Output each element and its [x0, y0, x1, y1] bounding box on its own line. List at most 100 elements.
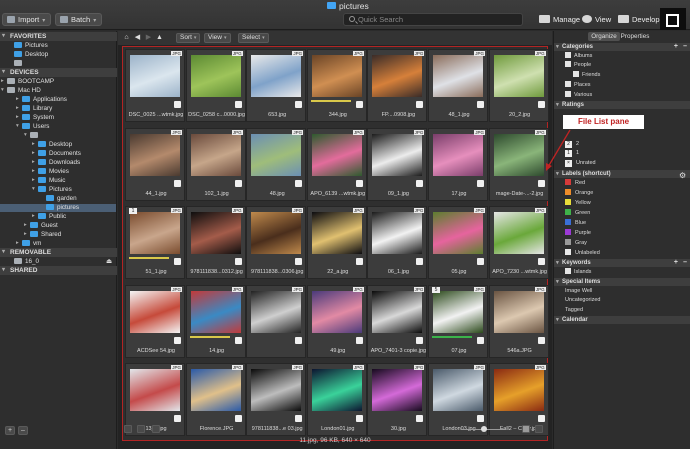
select-checkbox[interactable] [537, 258, 545, 265]
category-checkbox[interactable] [565, 81, 571, 87]
shared-header[interactable]: SHARED [0, 266, 117, 275]
thumbnail-cell[interactable]: JPG 17.jpg [428, 127, 488, 201]
thumbnail-cell[interactable]: JPG 48.jpg [246, 127, 307, 201]
select-checkbox[interactable] [234, 336, 242, 344]
grid-view-icon[interactable] [535, 425, 543, 433]
select-checkbox[interactable] [174, 258, 181, 265]
select-checkbox[interactable] [355, 179, 363, 187]
select-checkbox[interactable] [174, 336, 181, 344]
thumbnail-cell[interactable]: JPG 44_1.jpg [125, 127, 185, 201]
thumbnail-cell[interactable]: JPG DSC_0258 c...0000.jpg [185, 49, 246, 122]
thumbnail-cell[interactable]: JPG 48_1.jpg [428, 49, 488, 122]
select-checkbox[interactable] [477, 336, 484, 344]
select-checkbox[interactable] [537, 415, 545, 422]
folder-system[interactable]: ▸ System [16, 113, 54, 122]
thumbnail-cell[interactable]: JPG 22_a.jpg [306, 206, 367, 279]
select-checkbox[interactable] [234, 415, 242, 422]
select-checkbox[interactable] [234, 101, 242, 108]
folder-pictures[interactable]: ▾ Pictures [32, 185, 72, 194]
select-checkbox[interactable] [537, 179, 545, 187]
tab-organize[interactable]: Organize [588, 32, 620, 41]
folder-downloads[interactable]: ▸ Downloads [32, 158, 80, 167]
home-nav-icon[interactable]: ⌂ [122, 34, 131, 42]
favorite-home[interactable] [14, 59, 25, 68]
select-checkbox[interactable] [295, 336, 303, 344]
thumbnail-cell[interactable]: JPG APO_7230 ...wtmk.jpg [488, 206, 549, 279]
rotate-left-icon[interactable] [124, 425, 132, 433]
keyword-checkbox[interactable] [565, 268, 571, 274]
thumbnail-view-icon[interactable] [522, 425, 530, 433]
folder-music[interactable]: ▸ Music [32, 176, 65, 185]
add-button[interactable]: + [5, 426, 15, 435]
remove-button[interactable]: – [18, 426, 28, 435]
folder-garden[interactable]: garden [46, 194, 77, 203]
view-mode-button[interactable]: View [582, 13, 611, 26]
remove-icon[interactable]: – [683, 259, 687, 267]
thumbnail-cell[interactable]: JPG FP....0908.jpg [367, 49, 428, 122]
select-checkbox[interactable] [477, 258, 484, 265]
label-blue[interactable]: Blue [565, 219, 586, 227]
removable-header[interactable]: REMOVABLE [0, 248, 117, 257]
special-items-header[interactable]: Special Items [554, 278, 690, 286]
category-albums[interactable]: Albums [565, 52, 592, 60]
select-checkbox[interactable] [416, 179, 424, 187]
category-checkbox[interactable] [573, 71, 579, 77]
select-checkbox[interactable] [295, 258, 303, 265]
search-input[interactable]: Quick Search [343, 13, 523, 26]
category-places[interactable]: Places [565, 81, 591, 89]
select-checkbox[interactable] [355, 336, 363, 344]
manage-mode-button[interactable]: Manage [539, 13, 580, 26]
category-people[interactable]: People [565, 61, 591, 69]
thumbnail-cell[interactable]: JPG 978111838...0312.jpg [185, 206, 246, 279]
select-checkbox[interactable] [295, 415, 303, 422]
select-checkbox[interactable] [174, 179, 181, 187]
thumbnail-cell[interactable]: JPG APO_6139 ...wtmk.jpg [306, 127, 367, 201]
thumbnail-cell[interactable]: JPG ACDSee 54.jpg [125, 284, 185, 358]
category-checkbox[interactable] [565, 61, 571, 67]
fullscreen-icon[interactable] [660, 8, 686, 30]
up-icon[interactable]: ▲ [155, 34, 164, 42]
category-friends[interactable]: Friends [573, 71, 600, 79]
label-green[interactable]: Green [565, 209, 590, 217]
thumbnail-cell[interactable]: JPG DSC_0025 ...wtmk.jpg [125, 49, 185, 122]
special-tagged[interactable]: Tagged [565, 306, 583, 314]
keyword-islands[interactable]: Islands [565, 268, 591, 276]
folder-shared[interactable]: ▸ Shared [24, 230, 61, 239]
select-checkbox[interactable] [234, 179, 242, 187]
label-orange[interactable]: Orange [565, 189, 593, 197]
folder-public[interactable]: ▸ Public [32, 212, 66, 221]
special-image-well[interactable]: Image Well [565, 287, 592, 295]
forward-icon[interactable]: ▶ [144, 34, 153, 42]
select-checkbox[interactable] [416, 258, 424, 265]
devices-header[interactable]: DEVICES [0, 68, 117, 77]
thumbnail-cell[interactable]: JPG 546a.JPG [488, 284, 549, 358]
zoom-slider-knob[interactable] [481, 426, 487, 432]
thumbnail-cell[interactable]: JPG 653.jpg [246, 49, 307, 122]
thumbnail-cell[interactable]: JPG 102_1.jpg [185, 127, 246, 201]
folder-desktop[interactable]: ▸ Desktop [32, 140, 72, 149]
select-dropdown[interactable]: Select ▾ [238, 33, 269, 43]
folder-library[interactable]: ▸ Library [16, 104, 52, 113]
category-various[interactable]: Various [565, 91, 592, 99]
view-dropdown[interactable]: View ▾ [204, 33, 231, 43]
folder-pictures-selected[interactable]: pictures [46, 203, 79, 212]
rating-1[interactable]: 11 [565, 149, 579, 157]
select-checkbox[interactable] [174, 101, 181, 108]
favorites-header[interactable]: FAVORITES [0, 32, 117, 41]
thumbnail-cell[interactable]: JPG 49.jpg [306, 284, 367, 358]
folder-applications[interactable]: ▸ Applications [16, 95, 67, 104]
select-checkbox[interactable] [355, 415, 363, 422]
rating-2[interactable]: 22 [565, 140, 579, 148]
device-bootcamp[interactable]: ▸ BOOTCAMP [1, 77, 54, 86]
folder-user-home[interactable]: ▾ [24, 131, 41, 140]
favorite-pictures[interactable]: Pictures [14, 41, 48, 50]
label-red[interactable]: Red [565, 179, 585, 187]
tab-properties[interactable]: Properties [620, 32, 650, 41]
thumbnail-cell[interactable]: JPG APO_7401-3 copie.jpg [367, 284, 428, 358]
special-uncategorized[interactable]: Uncategorized [565, 296, 600, 304]
ratings-header[interactable]: Ratings [554, 101, 690, 109]
device-mac-hd[interactable]: ▾ Mac HD [1, 86, 41, 95]
label-gray[interactable]: Gray [565, 239, 587, 247]
select-checkbox[interactable] [295, 179, 303, 187]
favorite-desktop[interactable]: Desktop [14, 50, 48, 59]
